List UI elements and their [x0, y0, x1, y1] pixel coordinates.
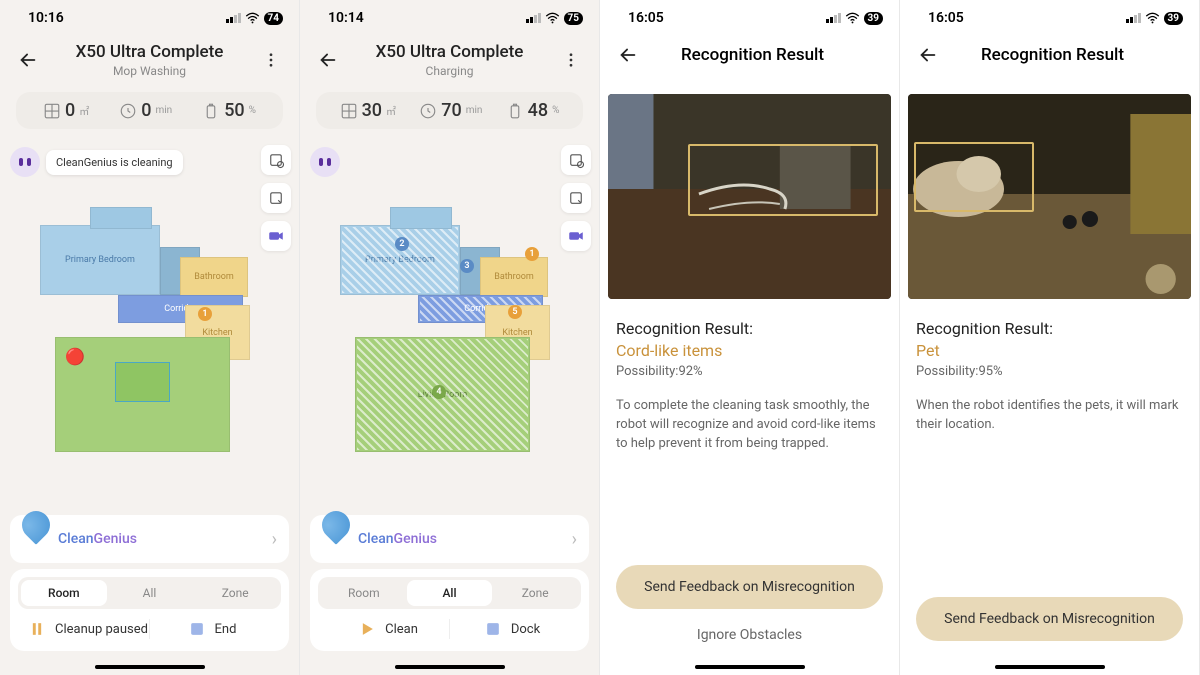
status-bar: 16:05 39	[900, 0, 1199, 30]
tab-all[interactable]: All	[407, 580, 493, 606]
cleangenius-card[interactable]: CleanGenius ›	[10, 515, 289, 563]
home-indicator	[395, 665, 505, 669]
result-probability: Possibility:95%	[916, 364, 1183, 379]
pause-button[interactable]: Cleanup paused	[26, 619, 149, 639]
status-time: 16:05	[628, 10, 664, 26]
result-value: Pet	[916, 341, 1183, 360]
clean-button[interactable]: Clean	[326, 619, 449, 639]
home-indicator	[995, 665, 1105, 669]
ignore-obstacles-link[interactable]: Ignore Obstacles	[616, 619, 883, 651]
result-label: Recognition Result:	[916, 319, 1183, 338]
stats-panel: 30㎡ 70min 48%	[316, 92, 583, 129]
back-button[interactable]	[616, 44, 640, 66]
signal-icon	[826, 13, 841, 23]
status-bubble: CleanGenius is cleaning	[46, 150, 183, 175]
tab-zone[interactable]: Zone	[192, 580, 278, 606]
robot-avatar	[310, 147, 340, 177]
page-title: X50 Ultra Complete Mop Washing	[52, 42, 247, 78]
robot-avatar	[10, 147, 40, 177]
wifi-icon	[545, 12, 560, 24]
mode-tabs: Room All Zone	[318, 577, 581, 609]
pause-icon	[27, 619, 47, 639]
mode-tabs: Room All Zone	[18, 577, 281, 609]
recognition-image	[608, 94, 891, 299]
result-value: Cord-like items	[616, 341, 883, 360]
tab-room[interactable]: Room	[321, 580, 407, 606]
play-icon	[357, 619, 377, 639]
result-label: Recognition Result:	[616, 319, 883, 338]
stats-panel: 0㎡ 0min 50%	[16, 92, 283, 129]
detection-box	[914, 142, 1034, 212]
status-bar: 10:16 74	[0, 0, 299, 30]
tab-zone[interactable]: Zone	[492, 580, 578, 606]
recognition-image	[908, 94, 1191, 299]
result-description: To complete the cleaning task smoothly, …	[616, 397, 883, 454]
status-time: 16:05	[928, 10, 964, 26]
tab-all[interactable]: All	[107, 580, 193, 606]
dock-button[interactable]: Dock	[450, 619, 573, 639]
wifi-icon	[245, 12, 260, 24]
status-bar: 10:14 75	[300, 0, 599, 30]
stop-icon	[187, 619, 207, 639]
signal-icon	[226, 13, 241, 23]
signal-icon	[526, 13, 541, 23]
battery-icon: 75	[564, 12, 583, 25]
cleangenius-card[interactable]: CleanGenius ›	[310, 515, 589, 563]
more-button[interactable]	[559, 51, 583, 69]
more-button[interactable]	[259, 51, 283, 69]
chevron-right-icon: ›	[272, 529, 277, 550]
back-button[interactable]	[16, 49, 40, 71]
page-title: Recognition Result	[660, 45, 845, 65]
end-button[interactable]: End	[150, 619, 273, 639]
battery-icon: 39	[1164, 12, 1183, 25]
page-title: X50 Ultra Complete Charging	[352, 42, 547, 78]
back-button[interactable]	[916, 44, 940, 66]
status-bar: 16:05 39	[600, 0, 899, 30]
dock-icon	[483, 619, 503, 639]
back-button[interactable]	[316, 49, 340, 71]
status-time: 10:14	[328, 10, 364, 26]
page-title: Recognition Result	[960, 45, 1145, 65]
home-indicator	[695, 665, 805, 669]
wifi-icon	[1145, 12, 1160, 24]
wifi-icon	[845, 12, 860, 24]
result-description: When the robot identifies the pets, it w…	[916, 397, 1183, 435]
detection-box	[688, 144, 878, 216]
feedback-button[interactable]: Send Feedback on Misrecognition	[616, 565, 883, 609]
battery-icon: 39	[864, 12, 883, 25]
locate-button[interactable]	[261, 145, 291, 175]
floor-map[interactable]: Primary Bedroom Bathroom Corridor Kitche…	[330, 187, 569, 505]
home-indicator	[95, 665, 205, 669]
feedback-button[interactable]: Send Feedback on Misrecognition	[916, 597, 1183, 641]
chevron-right-icon: ›	[572, 529, 577, 550]
locate-button[interactable]	[561, 145, 591, 175]
battery-icon: 74	[264, 12, 283, 25]
result-probability: Possibility:92%	[616, 364, 883, 379]
status-time: 10:16	[28, 10, 64, 26]
floor-map[interactable]: Primary Bedroom Bathroom Corridor Kitche…	[30, 187, 269, 505]
signal-icon	[1126, 13, 1141, 23]
tab-room[interactable]: Room	[21, 580, 107, 606]
